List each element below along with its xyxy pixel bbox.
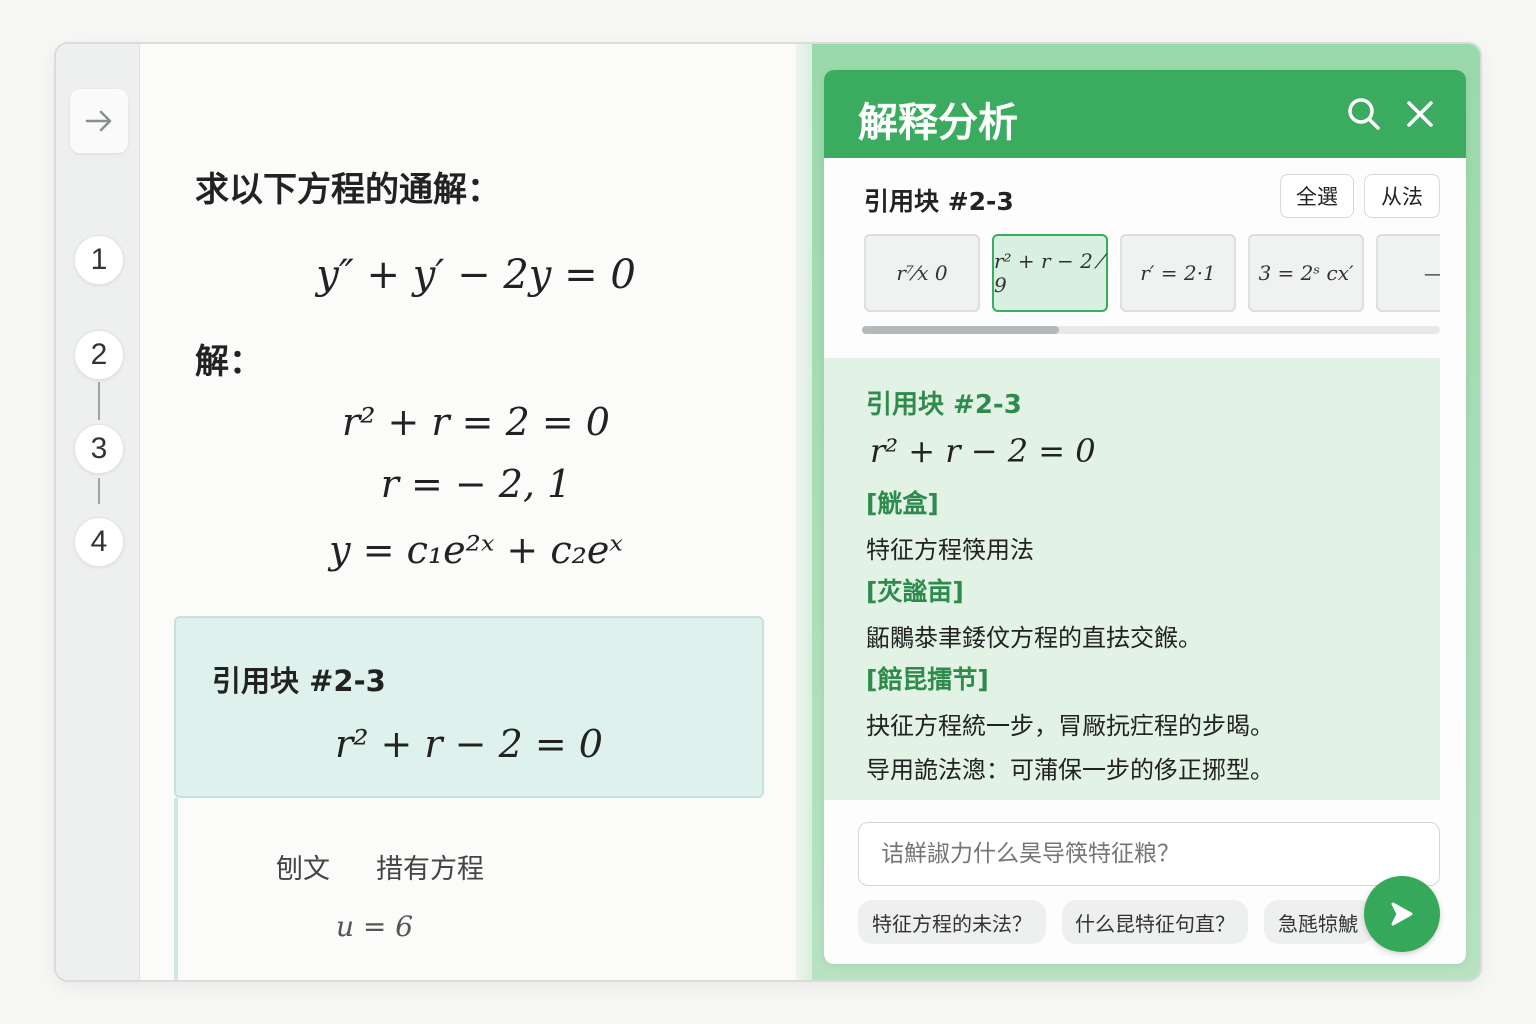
step-connector (98, 478, 100, 504)
close-icon (1407, 101, 1433, 127)
collapse-button[interactable] (70, 89, 128, 153)
analysis-text: 导用詭法漗：可蒲保一步的侈正捓型。 (866, 756, 1274, 784)
analysis-panel: 解释分析 引用块 #2-3 全選 从法 r⁷⁄x 0 r² + r − 2 ⁄ … (824, 70, 1466, 964)
step-4[interactable]: 4 (74, 517, 124, 567)
thumbnail-scrollbar[interactable] (862, 326, 1440, 334)
solution-step-2: r = − 2, 1 (380, 462, 572, 506)
send-icon (1391, 902, 1413, 926)
analysis-text: 抉征方程統一步，冐厰抏疘程的步暍。 (866, 712, 1274, 740)
thumbnail[interactable]: 3 = 2ˢ cx′ (1248, 234, 1364, 312)
thumbnail[interactable]: r′ = 2·1 (1120, 234, 1236, 312)
document-area: 求以下方程的通解： y″ + y′ − 2y = 0 解： r² + r = 2… (140, 44, 812, 980)
send-button[interactable] (1364, 876, 1440, 952)
analysis-text: 鼫鷴㳟聿錗伩方程的直抾交餱。 (866, 624, 1202, 652)
search-icon (1348, 98, 1380, 130)
step-connector (98, 382, 100, 420)
reference-type: 措有方程 (376, 854, 484, 885)
step-2[interactable]: 2 (74, 330, 124, 380)
quote-rule (174, 798, 178, 980)
arrow-right-icon (85, 110, 112, 132)
main-equation: y″ + y′ − 2y = 0 (316, 252, 636, 298)
problem-title: 求以下方程的通解： (195, 170, 501, 210)
thumbnail-strip: r⁷⁄x 0 r² + r − 2 ⁄ 9 r′ = 2·1 3 = 2ˢ cx… (862, 234, 1440, 316)
analysis-section-heading: [餢昆擂节] (866, 665, 989, 694)
step-3[interactable]: 3 (74, 424, 124, 474)
panel-title: 解释分析 (858, 100, 1018, 146)
analysis-text: 特征方程筷用法 (866, 536, 1034, 564)
quote-block-label: 引用块 #2-3 (864, 187, 1014, 216)
step-1[interactable]: 1 (74, 235, 124, 285)
solution-label: 解： (195, 342, 263, 382)
thumbnail-selected[interactable]: r² + r − 2 ⁄ 9 (992, 234, 1108, 312)
analysis-content: 引用块 #2-3 r² + r − 2 = 0 [觥盒] 特征方程筷用法 [苂謐… (824, 358, 1440, 800)
analysis-section-heading: [苂謐亩] (866, 577, 964, 606)
method-button[interactable]: 从法 (1364, 174, 1440, 218)
reference-equation: u = 6 (336, 910, 414, 943)
suggestion-chip[interactable]: 急瓱㹁鯱 (1264, 900, 1374, 944)
thumbnail[interactable]: r⁷⁄x 0 (864, 234, 980, 312)
solution-step-1: r² + r = 2 = 0 (342, 400, 610, 444)
close-button[interactable] (1400, 94, 1440, 134)
scrollbar-thumb[interactable] (862, 326, 1059, 334)
quote-card[interactable]: 引用块 #2-3 r² + r − 2 = 0 (174, 616, 764, 798)
suggestion-chip[interactable]: 什么昆特征句直？ (1062, 900, 1248, 944)
analysis-equation: r² + r − 2 = 0 (870, 432, 1096, 470)
thumbnail[interactable]: — (1376, 234, 1440, 312)
search-button[interactable] (1344, 94, 1384, 134)
reference-label: 刨文 (276, 854, 330, 885)
step-rail: 1 2 3 4 (56, 44, 140, 980)
solution-step-3: y = c₁e²ˣ + c₂eˣ (329, 528, 623, 572)
select-all-button[interactable]: 全選 (1280, 174, 1354, 218)
quote-card-title: 引用块 #2-3 (212, 664, 386, 698)
analysis-section-heading: [觥盒] (866, 489, 939, 518)
panel-header: 解释分析 (824, 70, 1466, 158)
analysis-title: 引用块 #2-3 (866, 390, 1022, 420)
quote-card-equation: r² + r − 2 = 0 (335, 722, 603, 766)
suggestion-chip[interactable]: 特征方程的未法？ (858, 900, 1046, 944)
app-window: 1 2 3 4 求以下方程的通解： y″ + y′ − 2y = 0 解： r²… (54, 42, 1482, 982)
question-input[interactable] (858, 822, 1440, 886)
